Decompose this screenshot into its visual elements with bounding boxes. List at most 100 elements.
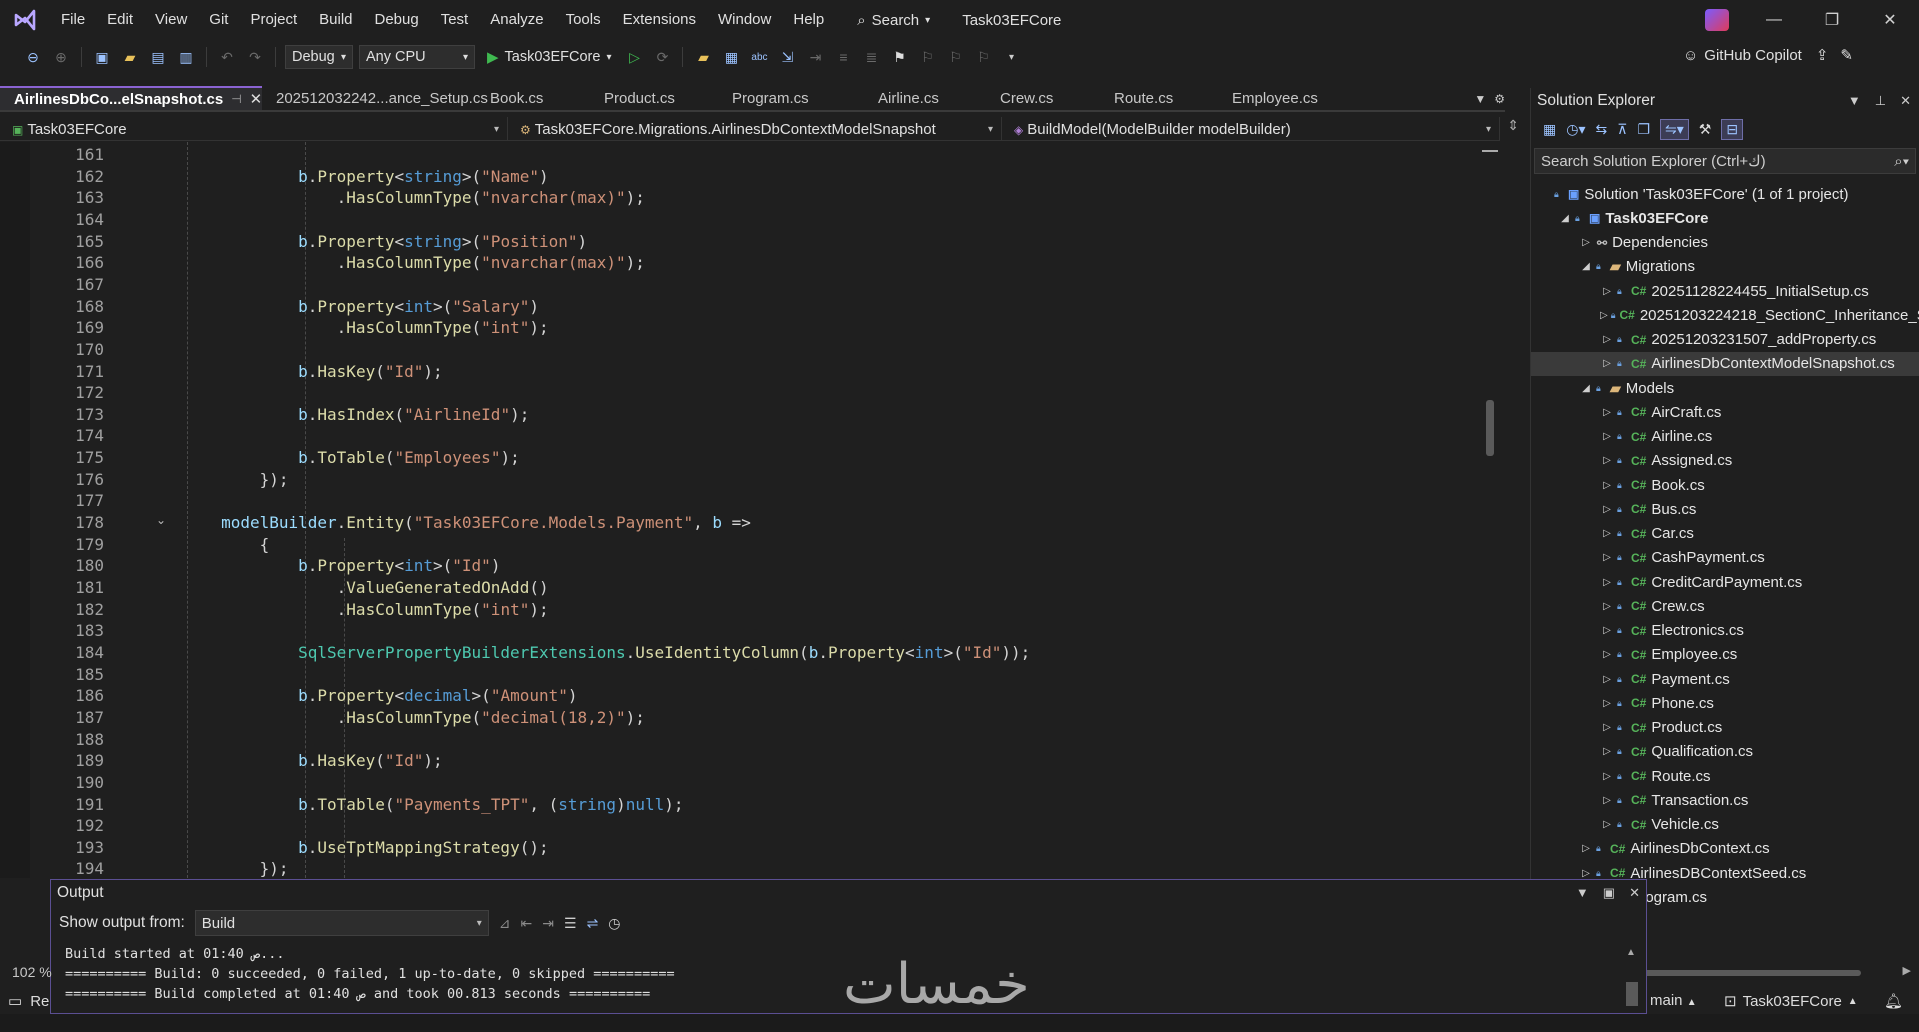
- collapsed-arrow-icon[interactable]: ▷: [1600, 431, 1614, 442]
- collapsed-arrow-icon[interactable]: ▷: [1579, 868, 1593, 879]
- menu-item[interactable]: Analyze: [479, 0, 554, 40]
- scroll-up-icon[interactable]: ▲: [1626, 947, 1636, 958]
- collapsed-arrow-icon[interactable]: ▷: [1600, 819, 1614, 830]
- spell-check-icon[interactable]: abc: [748, 46, 770, 68]
- menu-item[interactable]: Help: [782, 0, 835, 40]
- tree-item[interactable]: ◢ 🔒︎ ▰ Migrations: [1531, 255, 1919, 279]
- tree-item[interactable]: ▷ 🔒︎ C# Electronics.cs: [1531, 619, 1919, 643]
- open-file-icon[interactable]: ▰: [119, 46, 141, 68]
- type-dropdown[interactable]: ⚙ Task03EFCore.Migrations.AirlinesDbConte…: [508, 117, 1002, 141]
- tree-item[interactable]: ▷ 🔒︎ C# Product.cs: [1531, 716, 1919, 740]
- scrollbar-thumb[interactable]: [1486, 400, 1494, 456]
- menu-item[interactable]: Test: [430, 0, 480, 40]
- document-tab[interactable]: Route.cs: [1100, 86, 1218, 110]
- code-line[interactable]: 161: [0, 144, 1490, 166]
- tree-item[interactable]: ▷ 🔒︎ C# CashPayment.cs: [1531, 546, 1919, 570]
- tree-item[interactable]: ▷ 🔒︎ C# 20251128224455_InitialSetup.cs: [1531, 279, 1919, 303]
- menu-item[interactable]: File: [50, 0, 96, 40]
- configuration-select[interactable]: Debug ▾: [285, 45, 353, 69]
- tree-item[interactable]: ▷ 🔒︎ C# Vehicle.cs: [1531, 813, 1919, 837]
- zoom-level[interactable]: 102 %: [12, 964, 52, 980]
- member-dropdown[interactable]: ◈ BuildModel(ModelBuilder modelBuilder) ▾…: [1002, 117, 1519, 141]
- tree-item[interactable]: ▷ 🔒︎ C# Payment.cs: [1531, 667, 1919, 691]
- navigate-back-icon[interactable]: ⊖: [22, 46, 44, 68]
- tree-item[interactable]: ◢ 🔒︎ ▰ Models: [1531, 376, 1919, 400]
- menu-item[interactable]: Window: [707, 0, 782, 40]
- document-tab[interactable]: Crew.cs: [986, 86, 1100, 110]
- menu-item[interactable]: View: [144, 0, 198, 40]
- tree-item[interactable]: ▷ 🔒︎ C# 20251203231507_addProperty.cs: [1531, 328, 1919, 352]
- code-line[interactable]: 172: [0, 382, 1490, 404]
- collapsed-arrow-icon[interactable]: ▷: [1579, 237, 1593, 248]
- redo-icon[interactable]: ↷: [244, 46, 266, 68]
- uncomment-icon[interactable]: ≣: [860, 46, 882, 68]
- code-line[interactable]: 182 .HasColumnType("int");: [0, 599, 1490, 621]
- code-line[interactable]: 187 .HasColumnType("decimal(18,2)");: [0, 707, 1490, 729]
- collapsed-arrow-icon[interactable]: ▷: [1600, 286, 1614, 297]
- chevron-down-icon[interactable]: ▼: [1848, 93, 1861, 109]
- search-button[interactable]: ⌕ Search ▾: [847, 6, 940, 34]
- pin-icon[interactable]: ⊥: [1875, 93, 1886, 109]
- bookmark-icon[interactable]: ⚑: [888, 46, 910, 68]
- menu-item[interactable]: Extensions: [612, 0, 707, 40]
- code-line[interactable]: 192: [0, 815, 1490, 837]
- restore-button[interactable]: ❐: [1803, 0, 1861, 40]
- document-tab[interactable]: Book.cs: [476, 86, 590, 110]
- project-dropdown[interactable]: ▣ Task03EFCore ▾: [0, 117, 508, 141]
- collapsed-arrow-icon[interactable]: ▷: [1600, 625, 1614, 636]
- sync-with-document-icon[interactable]: ⇆: [1595, 121, 1607, 138]
- code-line[interactable]: 180 b.Property<int>("Id"): [0, 555, 1490, 577]
- collapsed-arrow-icon[interactable]: ▷: [1600, 601, 1614, 612]
- scrollbar-thumb[interactable]: [1641, 970, 1861, 976]
- document-tab[interactable]: Employee.cs: [1218, 86, 1358, 110]
- pin-tab-icon[interactable]: ⊣: [231, 92, 241, 106]
- code-line[interactable]: 169 .HasColumnType("int");: [0, 317, 1490, 339]
- find-message-icon[interactable]: ⊿: [499, 915, 511, 932]
- tab-settings-gear-icon[interactable]: ⚙: [1494, 92, 1505, 106]
- expanded-arrow-icon[interactable]: ◢: [1558, 213, 1572, 224]
- tree-item[interactable]: ▷ 🔒︎ C# AirlinesDbContextModelSnapshot.cs: [1531, 351, 1919, 376]
- previous-message-icon[interactable]: ⇤: [521, 915, 533, 932]
- close-tab-icon[interactable]: ✕: [250, 90, 263, 108]
- collapsed-arrow-icon[interactable]: ▷: [1600, 746, 1614, 757]
- tree-item[interactable]: ▷ 🔒︎ C# Assigned.cs: [1531, 449, 1919, 473]
- code-line[interactable]: 181 .ValueGeneratedOnAdd(): [0, 577, 1490, 599]
- collapsed-arrow-icon[interactable]: ▷: [1579, 843, 1593, 854]
- git-branch-button[interactable]: main ▲: [1650, 992, 1697, 1009]
- visual-studio-logo-icon[interactable]: [0, 0, 50, 40]
- pending-changes-filter-icon[interactable]: ◷▾: [1566, 121, 1585, 138]
- show-all-files-icon[interactable]: ❐: [1637, 121, 1650, 138]
- collapsed-arrow-icon[interactable]: ▷: [1600, 407, 1614, 418]
- tree-item[interactable]: ▷ 🔒︎ C# Book.cs: [1531, 473, 1919, 497]
- collapsed-arrow-icon[interactable]: ▷: [1600, 528, 1614, 539]
- chevron-down-icon[interactable]: ▼: [1576, 885, 1589, 901]
- collapse-all-icon[interactable]: ⊼: [1617, 121, 1627, 138]
- browser-link-icon[interactable]: ▦: [720, 46, 742, 68]
- menu-item[interactable]: Edit: [96, 0, 144, 40]
- collapsed-arrow-icon[interactable]: ▷: [1600, 334, 1614, 345]
- tab-list-dropdown-icon[interactable]: ▼: [1474, 92, 1486, 106]
- git-changes-icon[interactable]: ⇋▾: [1660, 118, 1689, 140]
- save-icon[interactable]: ▤: [147, 46, 169, 68]
- switch-views-icon[interactable]: ▦: [1543, 121, 1556, 138]
- menu-item[interactable]: Tools: [555, 0, 612, 40]
- menu-item[interactable]: Debug: [364, 0, 430, 40]
- properties-wrench-icon[interactable]: ⚒: [1699, 121, 1712, 138]
- document-tab[interactable]: Program.cs: [718, 86, 864, 110]
- code-line[interactable]: 162 b.Property<string>("Name"): [0, 166, 1490, 188]
- notifications-bell-icon[interactable]: 🔔︎: [1884, 992, 1903, 1010]
- close-icon[interactable]: ✕: [1629, 885, 1640, 901]
- close-icon[interactable]: ✕: [1900, 93, 1911, 109]
- collapsed-arrow-icon[interactable]: ▷: [1600, 698, 1614, 709]
- code-line[interactable]: 178 modelBuilder.Entity("Task03EFCore.Mo…: [0, 512, 1490, 534]
- code-line[interactable]: 186 b.Property<decimal>("Amount"): [0, 685, 1490, 707]
- tree-item[interactable]: ▷ 🔒︎ C# AirlinesDbContext.cs: [1531, 837, 1919, 861]
- code-line[interactable]: 165 b.Property<string>("Position"): [0, 231, 1490, 253]
- menu-item[interactable]: Build: [308, 0, 363, 40]
- undo-icon[interactable]: ↶: [216, 46, 238, 68]
- code-line[interactable]: 175 b.ToTable("Employees");: [0, 447, 1490, 469]
- start-without-debugging-icon[interactable]: ▷: [623, 46, 645, 68]
- code-line[interactable]: 176 });: [0, 469, 1490, 491]
- tree-item[interactable]: ▷ 🔒︎ C# Car.cs: [1531, 522, 1919, 546]
- code-line[interactable]: 189 b.HasKey("Id");: [0, 750, 1490, 772]
